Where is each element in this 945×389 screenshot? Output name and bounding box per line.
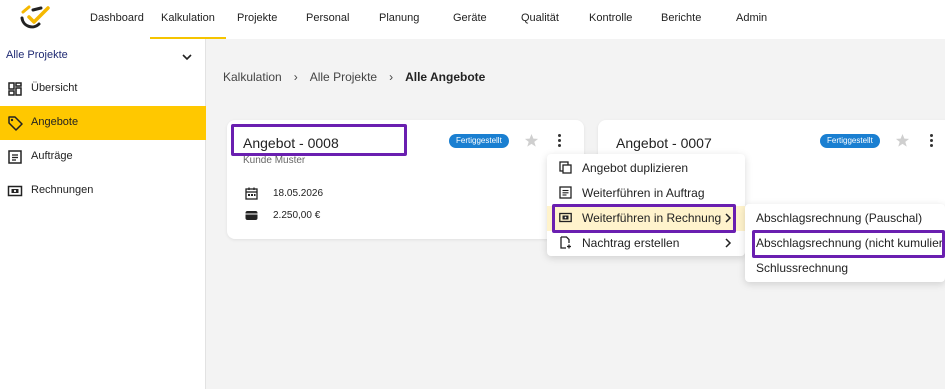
sidebar-item-label: Übersicht	[31, 82, 78, 94]
submenu-item-label: Abschlagsrechnung (Pauschal)	[756, 211, 923, 225]
tag-icon	[8, 116, 23, 131]
customer-name: Kunde Muster	[243, 155, 306, 166]
breadcrumb-separator-icon: ›	[293, 70, 298, 84]
list-icon	[559, 186, 572, 199]
star-icon[interactable]	[524, 133, 539, 148]
menu-item-to-invoice[interactable]: Weiterführen in Rechnung	[547, 206, 745, 231]
project-select[interactable]: Alle Projekte	[6, 49, 196, 67]
menu-item-to-order[interactable]: Weiterführen in Auftrag	[547, 181, 745, 206]
chevron-down-icon	[182, 54, 192, 61]
app-logo[interactable]	[19, 4, 51, 30]
invoice-icon	[7, 185, 23, 197]
chevron-right-icon	[725, 238, 732, 248]
sidebar-item-rechnungen[interactable]: Rechnungen	[0, 174, 206, 208]
breadcrumb-kalkulation[interactable]: Kalkulation	[223, 70, 282, 84]
submenu-item-label: Abschlagsrechnung (nicht kumuliert)	[756, 236, 945, 250]
chevron-right-icon	[725, 213, 732, 223]
breadcrumb-separator-icon: ›	[389, 70, 394, 84]
offer-date-row: 18.05.2026	[245, 187, 365, 201]
menu-item-supplement[interactable]: Nachtrag erstellen	[547, 231, 745, 256]
offer-date: 18.05.2026	[273, 188, 324, 199]
nav-kontrolle[interactable]: Kontrolle	[589, 0, 632, 39]
menu-item-label: Angebot duplizieren	[582, 161, 689, 175]
menu-item-duplicate[interactable]: Angebot duplizieren	[547, 156, 745, 181]
top-navigation-bar: Dashboard Kalkulation Projekte Personal …	[0, 0, 945, 39]
more-options-icon[interactable]	[927, 134, 935, 148]
more-options-icon[interactable]	[555, 134, 563, 148]
menu-item-label: Weiterführen in Auftrag	[582, 186, 705, 200]
offer-card[interactable]: Angebot - 0008 Fertiggestellt Kunde Must…	[227, 120, 584, 239]
invoice-submenu: Abschlagsrechnung (Pauschal) Abschlagsre…	[745, 204, 945, 282]
nav-kalkulation[interactable]: Kalkulation	[150, 0, 226, 39]
nav-admin[interactable]: Admin	[736, 0, 767, 39]
document-add-icon	[560, 236, 571, 249]
nav-qualitaet[interactable]: Qualität	[521, 0, 559, 39]
list-icon	[8, 150, 22, 164]
breadcrumb-current: Alle Angebote	[405, 70, 486, 84]
status-badge: Fertiggestellt	[820, 134, 880, 148]
breadcrumb-alle-projekte[interactable]: Alle Projekte	[310, 70, 377, 84]
calendar-icon	[245, 187, 258, 200]
submenu-item-pauschal[interactable]: Abschlagsrechnung (Pauschal)	[745, 206, 945, 231]
offer-context-menu: Angebot duplizieren Weiterführen in Auft…	[547, 154, 745, 256]
dashboard-grid-icon	[8, 82, 22, 96]
nav-berichte[interactable]: Berichte	[661, 0, 701, 39]
offer-amount: 2.250,00 €	[273, 210, 321, 221]
sidebar: Alle Projekte Übersicht Angebote Aufträg…	[0, 39, 206, 389]
menu-item-label: Weiterführen in Rechnung	[582, 211, 722, 225]
sidebar-item-label: Aufträge	[31, 150, 73, 162]
nav-projekte[interactable]: Projekte	[237, 0, 277, 39]
star-icon[interactable]	[895, 133, 910, 148]
offer-title: Angebot - 0007	[616, 135, 712, 151]
sidebar-item-label: Rechnungen	[31, 184, 94, 196]
sidebar-item-auftraege[interactable]: Aufträge	[0, 140, 206, 174]
invoice-icon	[559, 212, 572, 223]
sidebar-item-uebersicht[interactable]: Übersicht	[0, 72, 206, 106]
copy-icon	[559, 161, 572, 174]
nav-personal[interactable]: Personal	[306, 0, 349, 39]
offer-title: Angebot - 0008	[243, 135, 339, 151]
nav-geraete[interactable]: Geräte	[453, 0, 487, 39]
submenu-item-nicht-kumuliert[interactable]: Abschlagsrechnung (nicht kumuliert)	[745, 231, 945, 256]
project-select-value: Alle Projekte	[6, 49, 68, 61]
submenu-item-schlussrechnung[interactable]: Schlussrechnung	[745, 256, 945, 281]
nav-dashboard[interactable]: Dashboard	[90, 0, 144, 39]
nav-planung[interactable]: Planung	[379, 0, 419, 39]
wallet-icon	[245, 211, 258, 220]
sidebar-item-angebote[interactable]: Angebote	[0, 106, 206, 140]
offer-amount-row: 2.250,00 €	[245, 209, 365, 223]
breadcrumb: Kalkulation › Alle Projekte › Alle Angebote	[223, 70, 485, 84]
submenu-item-label: Schlussrechnung	[756, 261, 849, 275]
sidebar-item-label: Angebote	[31, 116, 79, 128]
status-badge: Fertiggestellt	[449, 134, 509, 148]
menu-item-label: Nachtrag erstellen	[582, 236, 680, 250]
